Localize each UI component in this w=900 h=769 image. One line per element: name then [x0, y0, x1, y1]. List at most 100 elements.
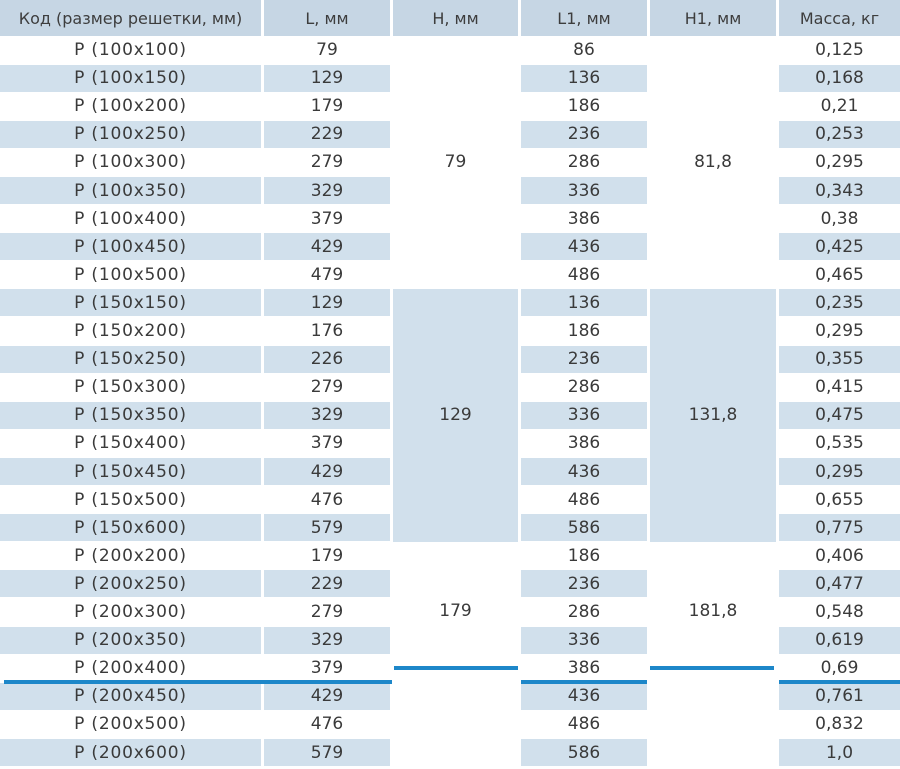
- cell-l: 579: [264, 739, 390, 766]
- cell-l1: 186: [567, 321, 601, 341]
- cell-code: Р (150х500): [74, 489, 187, 510]
- cell-l1: 186: [567, 545, 601, 566]
- cell-l: 229: [264, 570, 390, 598]
- cell-l: 176: [310, 321, 344, 341]
- cell-mass: 0,343: [779, 177, 900, 204]
- cell-l1: 436: [521, 458, 647, 485]
- cell-code: Р (150х150): [0, 289, 261, 317]
- cell-code: Р (100х500): [74, 264, 187, 285]
- cell-code: Р (150х350): [0, 401, 261, 429]
- cell-code: Р (100х150): [0, 64, 261, 92]
- cell-l1: 186: [567, 96, 601, 117]
- highlight-line-mass: [779, 680, 900, 684]
- cell-mass: 0,761: [779, 682, 900, 710]
- cell-mass: 0,125: [815, 40, 864, 60]
- header-mass: Масса, кг: [779, 0, 900, 36]
- cell-code: Р (200х300): [74, 602, 187, 622]
- merged-h: 179: [439, 601, 472, 622]
- cell-l: 429: [264, 458, 390, 485]
- cell-code: Р (150х450): [0, 458, 261, 485]
- cell-mass: 0,235: [779, 289, 900, 317]
- cell-l1: 236: [521, 120, 647, 148]
- cell-l: 479: [310, 264, 344, 285]
- cell-l1: 136: [521, 289, 647, 317]
- merged-h1: 181,8: [688, 601, 738, 622]
- cell-code: Р (150х200): [74, 321, 187, 341]
- cell-l1: 86: [573, 40, 595, 60]
- cell-l1: 236: [521, 570, 647, 598]
- cell-l1: 386: [567, 658, 601, 679]
- cell-l: 329: [264, 401, 390, 429]
- cell-l: 229: [264, 120, 390, 148]
- header-h1: H1, мм: [650, 0, 776, 36]
- cell-mass: 0,38: [820, 208, 859, 229]
- cell-l1: 336: [521, 401, 647, 429]
- cell-mass: 0,295: [815, 321, 864, 341]
- cell-code: Р (100х200): [74, 96, 187, 117]
- highlight-line-h: [394, 666, 518, 670]
- cell-code: Р (200х200): [74, 545, 187, 566]
- cell-l1: 136: [521, 64, 647, 92]
- cell-mass: 0,465: [815, 264, 864, 285]
- cell-l: 279: [310, 602, 344, 622]
- cell-l: 279: [310, 152, 344, 173]
- cell-code: Р (150х300): [74, 377, 187, 398]
- cell-l1: 286: [567, 377, 601, 398]
- cell-code: Р (100х250): [0, 120, 261, 148]
- cell-mass: 0,168: [779, 64, 900, 92]
- cell-l1: 486: [567, 714, 601, 735]
- cell-code: Р (100х350): [0, 177, 261, 204]
- cell-l1: 386: [567, 208, 601, 229]
- cell-mass: 0,475: [779, 401, 900, 429]
- header-code: Код (размер решетки, мм): [0, 0, 261, 36]
- cell-code: Р (150х250): [0, 345, 261, 373]
- cell-code: Р (100х400): [74, 208, 187, 229]
- cell-l: 329: [264, 626, 390, 654]
- cell-code: Р (200х400): [74, 658, 187, 679]
- cell-code: Р (100х450): [0, 233, 261, 261]
- cell-mass: 0,832: [815, 714, 864, 735]
- cell-l1: 486: [567, 264, 601, 285]
- cell-code: Р (100х100): [74, 40, 187, 60]
- merged-h1: 131,8: [650, 288, 776, 542]
- cell-l1: 386: [567, 433, 601, 454]
- cell-code: Р (200х500): [74, 714, 187, 735]
- merged-h1: 81,8: [694, 152, 732, 173]
- cell-code: Р (150х600): [0, 514, 261, 542]
- header-h: H, мм: [393, 0, 518, 36]
- cell-l: 179: [310, 545, 344, 566]
- cell-mass: 1,0: [779, 739, 900, 766]
- cell-l: 579: [264, 514, 390, 542]
- cell-mass: 0,425: [779, 233, 900, 261]
- cell-mass: 0,253: [779, 120, 900, 148]
- cell-l1: 336: [521, 177, 647, 204]
- cell-l: 129: [264, 64, 390, 92]
- cell-l: 476: [310, 714, 344, 735]
- cell-code: Р (100х300): [74, 152, 187, 173]
- cell-code: Р (200х250): [0, 570, 261, 598]
- cell-l1: 286: [567, 152, 601, 173]
- cell-code: Р (200х600): [0, 739, 261, 766]
- highlight-line-l1: [521, 680, 647, 684]
- header-l: L, мм: [264, 0, 390, 36]
- cell-mass: 0,69: [820, 658, 859, 679]
- cell-mass: 0,21: [820, 96, 859, 117]
- cell-l1: 286: [567, 602, 601, 622]
- cell-mass: 0,406: [815, 545, 864, 566]
- cell-mass: 0,619: [779, 626, 900, 654]
- cell-l: 429: [264, 233, 390, 261]
- cell-mass: 0,355: [779, 345, 900, 373]
- cell-l1: 486: [567, 489, 601, 510]
- cell-mass: 0,655: [815, 489, 864, 510]
- cell-mass: 0,548: [815, 602, 864, 622]
- cell-l1: 236: [521, 345, 647, 373]
- cell-mass: 0,535: [815, 433, 864, 454]
- cell-mass: 0,295: [815, 152, 864, 173]
- cell-l: 129: [264, 289, 390, 317]
- cell-code: Р (200х450): [0, 682, 261, 710]
- cell-l1: 586: [521, 514, 647, 542]
- cell-l: 279: [310, 377, 344, 398]
- cell-l1: 586: [521, 739, 647, 766]
- cell-code: Р (200х350): [0, 626, 261, 654]
- cell-l: 476: [310, 489, 344, 510]
